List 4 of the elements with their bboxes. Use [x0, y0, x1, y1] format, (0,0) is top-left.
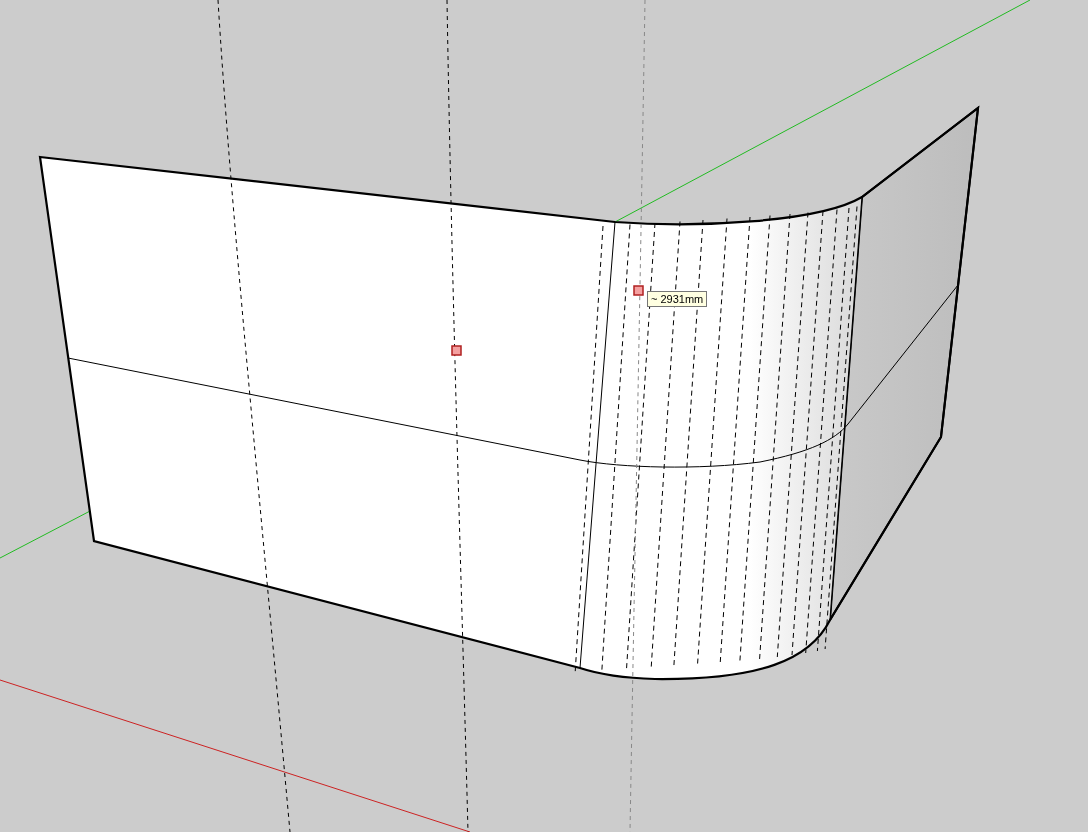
- 3d-viewport[interactable]: ~ 2931mm: [0, 0, 1088, 832]
- inference-point-icon: [451, 345, 462, 356]
- inference-point-icon: [633, 285, 644, 296]
- dimension-tooltip: ~ 2931mm: [647, 291, 708, 307]
